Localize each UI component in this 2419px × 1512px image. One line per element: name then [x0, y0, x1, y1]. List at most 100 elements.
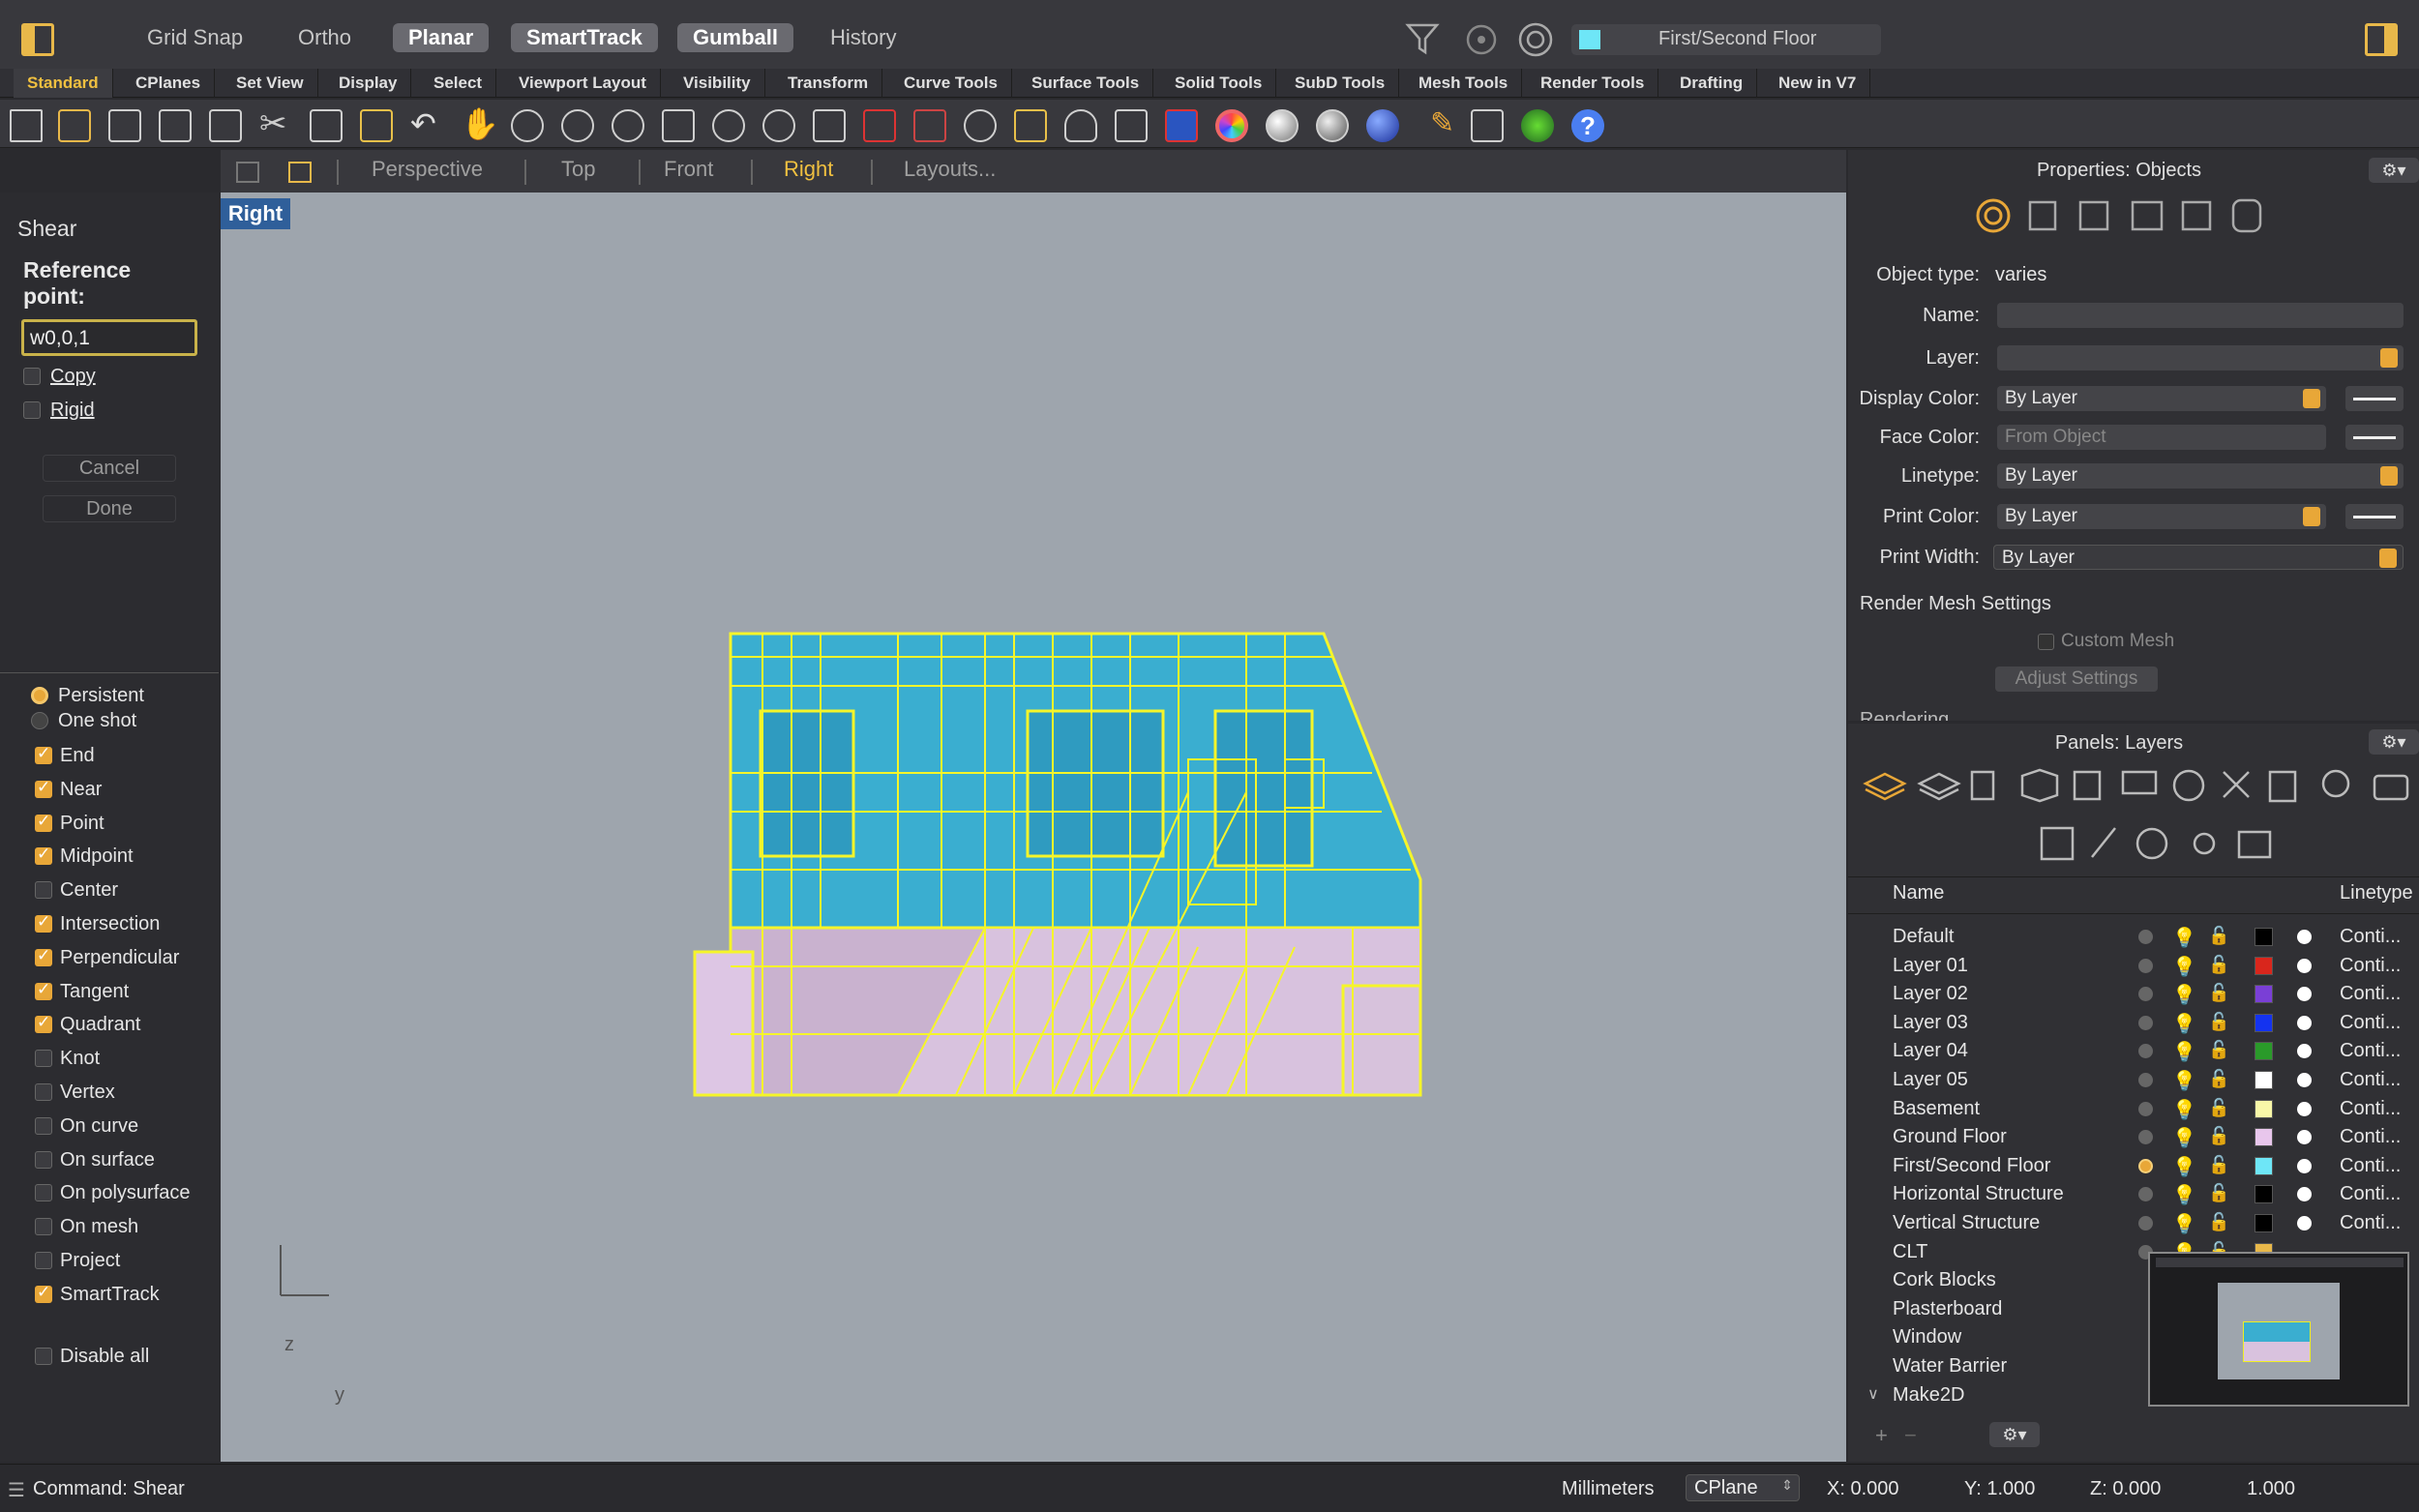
smarttrack-toggle[interactable]: SmartTrack	[511, 23, 658, 52]
tab-subd-tools[interactable]: SubD Tools	[1281, 69, 1400, 98]
lock-icon[interactable]: 🔓	[2208, 1212, 2229, 1232]
tab-select[interactable]: Select	[420, 69, 497, 98]
osnap-tangent-checkbox[interactable]	[35, 980, 52, 1000]
grid-snap-toggle[interactable]: Grid Snap	[132, 23, 258, 52]
right-sidebar-toggle-icon[interactable]	[2365, 23, 2398, 56]
layer-color-swatch[interactable]	[2255, 1042, 2273, 1061]
layer-material-dot[interactable]	[2297, 1101, 2312, 1116]
light-bulb-icon[interactable]: 💡	[2172, 1098, 2196, 1122]
layer-material-dot[interactable]	[2297, 958, 2312, 973]
current-layer-dot[interactable]	[2138, 1130, 2153, 1145]
face-color-swatch[interactable]	[2345, 425, 2404, 450]
new-file-icon[interactable]	[10, 109, 43, 142]
print-width-select[interactable]: By Layer	[1993, 545, 2404, 570]
cplane-icon[interactable]	[964, 109, 997, 142]
layer-material-dot[interactable]	[2297, 987, 2312, 1002]
tab-surface-tools[interactable]: Surface Tools	[1018, 69, 1154, 98]
snap-target-icon[interactable]	[1465, 23, 1498, 56]
lock-icon[interactable]: 🔓	[2208, 1098, 2229, 1118]
tab-render-tools[interactable]: Render Tools	[1527, 69, 1659, 98]
osnap-smarttrack-checkbox[interactable]	[35, 1283, 52, 1303]
osnap-end-checkbox[interactable]	[35, 744, 52, 764]
osnap-point-checkbox[interactable]	[35, 812, 52, 832]
adjust-settings-button[interactable]: Adjust Settings	[1995, 667, 2158, 692]
layer-color-swatch[interactable]	[2255, 1071, 2273, 1089]
tab-visibility[interactable]: Visibility	[670, 69, 765, 98]
osnap-on-polysurface-checkbox[interactable]	[35, 1184, 52, 1202]
viewport-thumbnail[interactable]	[2148, 1252, 2409, 1407]
osnap-circle-icon[interactable]	[1517, 21, 1554, 58]
persistent-radio[interactable]	[31, 687, 48, 704]
undo-icon[interactable]: ↶	[410, 108, 443, 142]
units-label[interactable]: Millimeters	[1562, 1478, 1655, 1500]
done-button[interactable]: Done	[43, 495, 176, 522]
layer-color-swatch[interactable]	[2255, 985, 2273, 1004]
command-history-icon[interactable]: ☰	[8, 1478, 25, 1502]
lock-icon[interactable]: 🔓	[2208, 1012, 2229, 1032]
light-bulb-icon[interactable]: 💡	[2172, 1183, 2196, 1207]
current-layer-dot[interactable]	[2138, 1101, 2153, 1116]
dimension-icon[interactable]	[1471, 109, 1504, 142]
layer-row[interactable]: Basement 💡 🔓 Conti...	[1848, 1095, 2419, 1123]
osnap-quadrant-checkbox[interactable]	[35, 1013, 52, 1034]
open-folder-icon[interactable]	[58, 109, 91, 142]
layer-color-swatch[interactable]	[2255, 1099, 2273, 1118]
history-toggle[interactable]: History	[815, 23, 911, 52]
pan-hand-icon[interactable]: ✋	[461, 108, 499, 142]
osnap-knot-checkbox[interactable]	[35, 1050, 52, 1068]
layer-color-swatch[interactable]	[2255, 956, 2273, 975]
tab-solid-tools[interactable]: Solid Tools	[1161, 69, 1277, 98]
layer-color-swatch[interactable]	[2255, 1214, 2273, 1232]
print-color-select[interactable]: By Layer	[1997, 504, 2326, 529]
zoom-extents-icon[interactable]	[662, 109, 695, 142]
current-layer-dot[interactable]	[2138, 1187, 2153, 1202]
layer-row[interactable]: Ground Floor 💡 🔓 Conti...	[1848, 1123, 2419, 1151]
light-bulb-icon[interactable]	[1064, 109, 1097, 142]
import-icon[interactable]	[209, 109, 242, 142]
render-sphere-icon[interactable]	[1316, 109, 1349, 142]
light-bulb-icon[interactable]: 💡	[2172, 1126, 2196, 1150]
lock-icon[interactable]: 🔓	[2208, 1183, 2229, 1203]
reference-point-input[interactable]: w0,0,1	[21, 319, 197, 356]
light-bulb-icon[interactable]: 💡	[2172, 983, 2196, 1007]
shaded-sphere-icon[interactable]	[1266, 109, 1299, 142]
select-points-icon[interactable]	[1014, 109, 1047, 142]
left-sidebar-toggle-icon[interactable]	[21, 23, 54, 56]
tab-cplanes[interactable]: CPlanes	[122, 69, 216, 98]
color-wheel-icon[interactable]	[1215, 109, 1248, 142]
layers-gear-icon[interactable]: ⚙▾	[2369, 729, 2419, 755]
lock-icon[interactable]: 🔓	[2208, 1069, 2229, 1089]
layer-row[interactable]: Layer 03 💡 🔓 Conti...	[1848, 1009, 2419, 1037]
ortho-toggle[interactable]: Ortho	[283, 23, 367, 52]
disable-all-checkbox[interactable]	[35, 1348, 52, 1365]
layer-color-swatch[interactable]	[2255, 928, 2273, 946]
osnap-near-checkbox[interactable]	[35, 778, 52, 798]
display-color-select[interactable]: By Layer	[1997, 386, 2326, 411]
four-viewports-icon[interactable]	[813, 109, 846, 142]
custom-mesh-checkbox[interactable]	[2038, 634, 2054, 650]
right-viewport[interactable]: z y	[221, 193, 1846, 1462]
viewport-grid-icon[interactable]	[236, 162, 259, 183]
osnap-midpoint-checkbox[interactable]	[35, 845, 52, 866]
lock-icon[interactable]: 🔓	[2208, 926, 2229, 946]
lock-icon[interactable]: 🔓	[2208, 1040, 2229, 1060]
layer-row[interactable]: Layer 05 💡 🔓 Conti...	[1848, 1066, 2419, 1094]
layer-material-dot[interactable]	[2297, 1158, 2312, 1173]
tab-transform[interactable]: Transform	[774, 69, 883, 98]
zoom-selected-icon[interactable]	[712, 109, 745, 142]
layer-material-dot[interactable]	[2297, 1216, 2312, 1230]
lock-icon[interactable]: 🔓	[2208, 983, 2229, 1003]
chevron-down-icon[interactable]: ∨	[1867, 1384, 1879, 1404]
planar-toggle[interactable]: Planar	[393, 23, 490, 52]
tab-perspective[interactable]: Perspective	[372, 157, 483, 182]
paste-icon[interactable]	[360, 109, 393, 142]
layer-row[interactable]: Default 💡 🔓 Conti...	[1848, 923, 2419, 951]
current-layer-dot[interactable]	[2138, 1158, 2153, 1173]
remove-layer-icon[interactable]: −	[1904, 1423, 1917, 1448]
rigid-checkbox[interactable]	[23, 401, 41, 419]
lock-icon[interactable]: 🔓	[2208, 1155, 2229, 1175]
material-icon[interactable]	[1165, 109, 1198, 142]
layer-row[interactable]: Vertical Structure 💡 🔓 Conti...	[1848, 1209, 2419, 1237]
print-color-swatch[interactable]	[2345, 504, 2404, 529]
zoom-icon[interactable]	[561, 109, 594, 142]
